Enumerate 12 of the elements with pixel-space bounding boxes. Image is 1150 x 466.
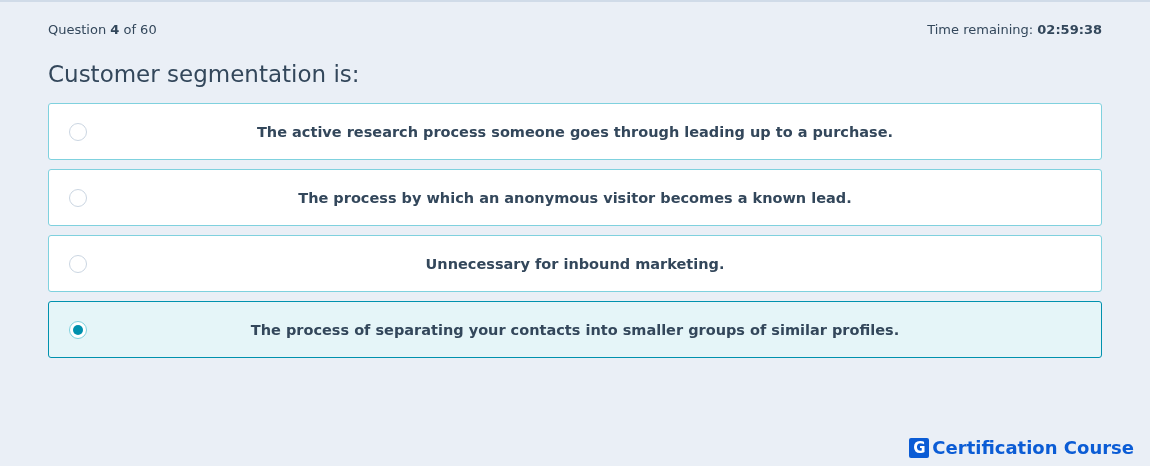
answer-option[interactable]: The process by which an anonymous visitor becomes a known lead. — [48, 169, 1102, 226]
radio-button[interactable] — [69, 188, 87, 207]
radio-button[interactable] — [69, 254, 87, 273]
logo-mark: G — [909, 437, 930, 458]
radio-button[interactable] — [69, 122, 87, 141]
question-text: Customer segmentation is: — [48, 61, 361, 87]
time-remaining: Time remaining: 02:59:38 — [927, 22, 1102, 37]
answer-option[interactable]: The active research process someone goes through leading up to a purchase. — [48, 103, 1102, 160]
radio-button[interactable] — [69, 320, 87, 339]
answer-option[interactable]: Unnecessary for inbound marketing. — [48, 235, 1102, 292]
answer-option[interactable]: The process of separating your contacts into smaller groups of similar profiles. — [48, 301, 1102, 358]
brand-name: Certification Course — [932, 437, 1134, 458]
